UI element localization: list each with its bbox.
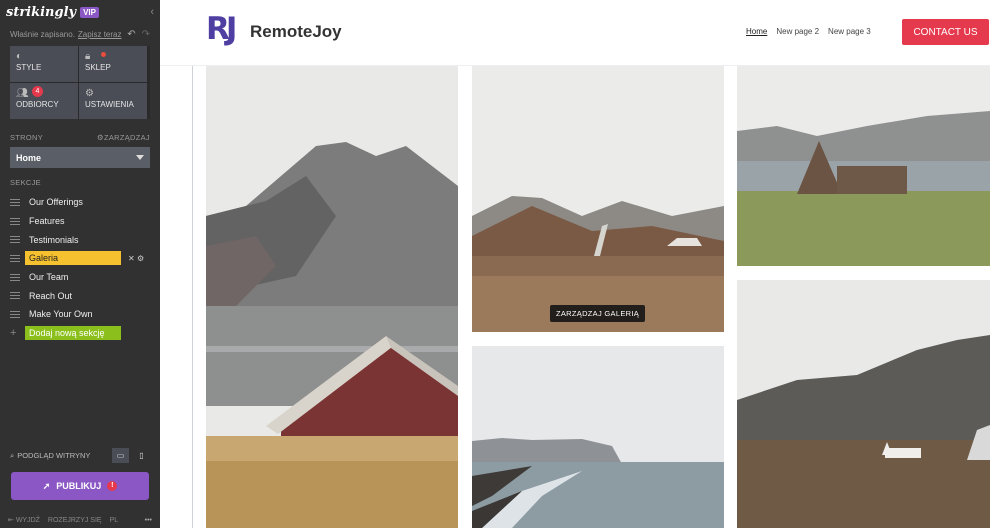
site-header: RJ RemoteJoy Home New page 2 New page 3 …	[160, 0, 990, 66]
site-preview: RJ RemoteJoy Home New page 2 New page 3 …	[160, 0, 990, 528]
nav-link-home[interactable]: Home	[746, 27, 767, 36]
gallery-photo-valley[interactable]	[472, 66, 724, 332]
save-status: Właśnie zapisano. Zapisz teraz ↶ ↷	[0, 24, 160, 44]
gear-icon[interactable]: ⚙	[137, 254, 144, 263]
manage-pages-link[interactable]: ⚙ZARZĄDZAJ	[97, 133, 150, 142]
plus-icon: +	[10, 327, 17, 340]
drag-handle-icon[interactable]	[10, 198, 20, 206]
tile-style-label: STYLE	[16, 63, 42, 72]
gallery-photo-coastal-church[interactable]	[737, 280, 990, 528]
add-section-button[interactable]: + Dodaj nową sekcję	[0, 324, 160, 343]
exit-link[interactable]: ⇤ WYJDŹ	[8, 516, 40, 524]
page-selector-value: Home	[16, 152, 42, 163]
pages-header: STRONY ⚙ZARZĄDZAJ	[0, 133, 160, 142]
palette-icon: ◐	[16, 51, 23, 62]
mobile-icon[interactable]: ▯	[133, 448, 150, 463]
section-name: Galeria	[25, 251, 121, 266]
nav-link-page-3[interactable]: New page 3	[828, 27, 871, 36]
drag-handle-icon[interactable]	[10, 310, 20, 318]
gear-icon: ⚙	[96, 133, 104, 142]
contact-us-button[interactable]: CONTACT US	[902, 19, 989, 45]
audience-count-badge: 4	[32, 86, 43, 97]
vip-badge: VIP	[80, 6, 99, 18]
section-name: Features	[29, 216, 65, 227]
gear-icon: ⚙	[85, 88, 94, 99]
section-name: Reach Out	[29, 290, 73, 301]
section-name: Our Team	[29, 272, 69, 283]
site-nav: Home New page 2 New page 3	[746, 27, 871, 36]
gallery-photo-a-frame[interactable]	[737, 66, 990, 266]
store-notification-dot	[101, 52, 106, 57]
collapse-sidebar-icon[interactable]: ‹	[150, 6, 154, 18]
gallery-photo-fjord-cabin[interactable]	[206, 66, 458, 528]
tile-audience-label: ODBIORCY	[16, 100, 59, 109]
people-icon: 👥︎	[16, 88, 29, 99]
exit-label: WYJDŹ	[15, 517, 40, 524]
drag-handle-icon[interactable]	[10, 273, 20, 281]
bag-icon: 🔒︎	[85, 51, 91, 62]
language-link[interactable]: PL	[110, 517, 119, 524]
tile-style[interactable]: ◐ STYLE	[10, 46, 78, 82]
editor-tiles: ◐ STYLE 🔒︎ SKLEP 👥︎ 4 ODBIORCY ⚙ USTAWIE…	[10, 46, 150, 119]
tile-store[interactable]: 🔒︎ SKLEP	[79, 46, 147, 82]
delete-section-icon[interactable]: ✕	[128, 254, 135, 263]
sidebar-footer: ⇤ WYJDŹ ROZEJRZYJ SIĘ PL •••	[0, 512, 160, 528]
section-item[interactable]: Our Offerings	[0, 193, 160, 212]
pages-label: STRONY	[10, 133, 44, 142]
desktop-icon[interactable]: ▭	[112, 448, 129, 463]
chevron-down-icon	[136, 155, 144, 160]
manage-pages-label: ZARZĄDZAJ	[103, 133, 150, 142]
tile-settings[interactable]: ⚙ USTAWIENIA	[79, 83, 147, 119]
editor-sidebar: strikingly VIP ‹ Właśnie zapisano. Zapis…	[0, 0, 160, 528]
section-name: Our Offerings	[29, 197, 83, 208]
page-selector[interactable]: Home	[10, 147, 150, 168]
nav-link-page-2[interactable]: New page 2	[776, 27, 819, 36]
section-list: Our Offerings Features Testimonials Gale…	[0, 193, 160, 343]
section-item[interactable]: Features	[0, 212, 160, 231]
more-icon[interactable]: •••	[145, 517, 152, 524]
manage-gallery-button[interactable]: ZARZĄDZAJ GALERIĄ	[550, 305, 646, 322]
publish-button[interactable]: ➚ PUBLIKUJ !	[11, 472, 149, 500]
explore-link[interactable]: ROZEJRZYJ SIĘ	[48, 517, 102, 524]
drag-handle-icon[interactable]	[10, 292, 20, 300]
redo-icon[interactable]: ↷	[142, 29, 150, 40]
drag-handle-icon[interactable]	[10, 254, 20, 262]
section-name: Make Your Own	[29, 309, 93, 320]
search-icon: ⌕	[10, 450, 15, 460]
sections-label: SEKCJE	[10, 178, 41, 187]
saved-text: Właśnie zapisano.	[10, 29, 75, 39]
drag-handle-icon[interactable]	[10, 236, 20, 244]
site-preview-row: ⌕ PODGLĄD WITRYNY ▭ ▯	[10, 448, 150, 463]
preview-site-link[interactable]: PODGLĄD WITRYNY	[17, 451, 90, 460]
tile-settings-label: USTAWIENIA	[85, 100, 134, 109]
sections-header: SEKCJE	[0, 178, 160, 187]
section-item-active[interactable]: Galeria ✕ ⚙	[0, 249, 160, 268]
add-section-label: Dodaj nową sekcję	[25, 326, 121, 341]
warning-icon: !	[107, 481, 118, 491]
drag-handle-icon[interactable]	[10, 217, 20, 225]
exit-icon: ⇤	[8, 517, 16, 524]
sidebar-header: strikingly VIP ‹	[0, 0, 160, 24]
section-item[interactable]: Reach Out	[0, 286, 160, 305]
publish-label: PUBLIKUJ	[56, 481, 102, 491]
site-logo[interactable]: RJ	[206, 11, 237, 47]
section-item[interactable]: Testimonials	[0, 230, 160, 249]
app-window: strikingly VIP ‹ Właśnie zapisano. Zapis…	[0, 0, 990, 528]
site-name[interactable]: RemoteJoy	[250, 22, 342, 42]
undo-icon[interactable]: ↶	[127, 29, 135, 40]
gallery-photo-beach[interactable]	[472, 346, 724, 528]
rocket-icon: ➚	[42, 480, 51, 491]
strikingly-logo: strikingly	[6, 4, 77, 20]
save-now-link[interactable]: Zapisz teraz	[78, 30, 122, 39]
tile-audience[interactable]: 👥︎ 4 ODBIORCY	[10, 83, 78, 119]
tile-store-label: SKLEP	[85, 63, 111, 72]
content-guide-line	[192, 66, 193, 528]
section-item[interactable]: Our Team	[0, 268, 160, 287]
section-name: Testimonials	[29, 234, 79, 245]
section-item[interactable]: Make Your Own	[0, 305, 160, 324]
